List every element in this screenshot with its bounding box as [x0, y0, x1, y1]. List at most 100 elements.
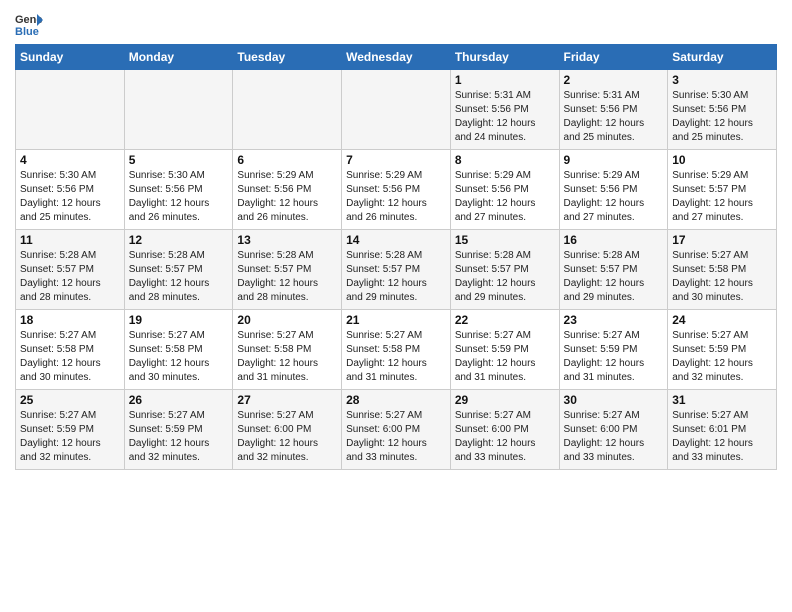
day-info: Sunrise: 5:30 AM Sunset: 5:56 PM Dayligh… [20, 169, 120, 225]
calendar-cell: 23 Sunrise: 5:27 AM Sunset: 5:59 PM Dayli… [559, 310, 668, 390]
calendar-cell: 9 Sunrise: 5:29 AM Sunset: 5:56 PM Daylig… [559, 150, 668, 230]
calendar-table: SundayMondayTuesdayWednesdayThursdayFrid… [15, 44, 777, 470]
calendar-cell: 7 Sunrise: 5:29 AM Sunset: 5:56 PM Daylig… [342, 150, 451, 230]
day-number: 29 [455, 393, 555, 407]
calendar-cell: 10 Sunrise: 5:29 AM Sunset: 5:57 PM Dayli… [668, 150, 777, 230]
calendar-cell: 30 Sunrise: 5:27 AM Sunset: 6:00 PM Dayli… [559, 390, 668, 470]
day-number: 25 [20, 393, 120, 407]
calendar-cell: 11 Sunrise: 5:28 AM Sunset: 5:57 PM Dayli… [16, 230, 125, 310]
weekday-header-saturday: Saturday [668, 45, 777, 70]
calendar-cell: 17 Sunrise: 5:27 AM Sunset: 5:58 PM Dayli… [668, 230, 777, 310]
day-number: 23 [564, 313, 664, 327]
day-info: Sunrise: 5:31 AM Sunset: 5:56 PM Dayligh… [564, 89, 664, 145]
day-info: Sunrise: 5:27 AM Sunset: 5:58 PM Dayligh… [129, 329, 229, 385]
calendar-cell: 20Sunrise: 5:27 AM Sunset: 5:58 PM Dayli… [233, 310, 342, 390]
day-number: 3 [672, 73, 772, 87]
calendar-week-row: 18 Sunrise: 5:27 AM Sunset: 5:58 PM Dayli… [16, 310, 777, 390]
weekday-header-tuesday: Tuesday [233, 45, 342, 70]
calendar-cell: 8 Sunrise: 5:29 AM Sunset: 5:56 PM Daylig… [450, 150, 559, 230]
day-info: Sunrise: 5:29 AM Sunset: 5:57 PM Dayligh… [672, 169, 772, 225]
day-info: Sunrise: 5:29 AM Sunset: 5:56 PM Dayligh… [455, 169, 555, 225]
day-info: Sunrise: 5:27 AM Sunset: 5:59 PM Dayligh… [20, 409, 120, 465]
svg-text:Blue: Blue [15, 26, 39, 38]
day-info: Sunrise: 5:27 AM Sunset: 5:59 PM Dayligh… [129, 409, 229, 465]
day-number: 21 [346, 313, 446, 327]
calendar-cell: 15 Sunrise: 5:28 AM Sunset: 5:57 PM Dayli… [450, 230, 559, 310]
day-info: Sunrise: 5:29 AM Sunset: 5:56 PM Dayligh… [346, 169, 446, 225]
day-number: 18 [20, 313, 120, 327]
day-number: 8 [455, 153, 555, 167]
calendar-cell: 19 Sunrise: 5:27 AM Sunset: 5:58 PM Dayli… [124, 310, 233, 390]
calendar-cell [16, 70, 125, 150]
day-info: Sunrise: 5:27 AM Sunset: 5:59 PM Dayligh… [564, 329, 664, 385]
calendar-cell: 27 Sunrise: 5:27 AM Sunset: 6:00 PM Dayli… [233, 390, 342, 470]
day-info: Sunrise: 5:28 AM Sunset: 5:57 PM Dayligh… [20, 249, 120, 305]
day-number: 7 [346, 153, 446, 167]
day-number: 28 [346, 393, 446, 407]
day-number: 22 [455, 313, 555, 327]
day-info: Sunrise: 5:27 AM Sunset: 6:01 PM Dayligh… [672, 409, 772, 465]
calendar-cell [233, 70, 342, 150]
day-number: 6 [237, 153, 337, 167]
day-info: Sunrise: 5:28 AM Sunset: 5:57 PM Dayligh… [564, 249, 664, 305]
day-number: 13 [237, 233, 337, 247]
day-info: Sunrise: 5:30 AM Sunset: 5:56 PM Dayligh… [129, 169, 229, 225]
calendar-cell: 5 Sunrise: 5:30 AM Sunset: 5:56 PM Daylig… [124, 150, 233, 230]
header: General Blue [15, 10, 777, 38]
day-number: 10 [672, 153, 772, 167]
logo: General Blue [15, 10, 43, 38]
day-info: Sunrise: 5:27 AM Sunset: 5:59 PM Dayligh… [455, 329, 555, 385]
calendar-cell: 22 Sunrise: 5:27 AM Sunset: 5:59 PM Dayli… [450, 310, 559, 390]
day-info: Sunrise: 5:28 AM Sunset: 5:57 PM Dayligh… [455, 249, 555, 305]
day-info: Sunrise: 5:27 AM Sunset: 5:58 PM Dayligh… [346, 329, 446, 385]
day-info: Sunrise: 5:28 AM Sunset: 5:57 PM Dayligh… [346, 249, 446, 305]
calendar-cell: 13 Sunrise: 5:28 AM Sunset: 5:57 PM Dayli… [233, 230, 342, 310]
logo-icon: General Blue [15, 10, 43, 38]
calendar-cell: 1 Sunrise: 5:31 AM Sunset: 5:56 PM Daylig… [450, 70, 559, 150]
day-info: Sunrise: 5:27 AM Sunset: 6:00 PM Dayligh… [346, 409, 446, 465]
day-number: 14 [346, 233, 446, 247]
calendar-cell [124, 70, 233, 150]
calendar-week-row: 1 Sunrise: 5:31 AM Sunset: 5:56 PM Daylig… [16, 70, 777, 150]
day-number: 24 [672, 313, 772, 327]
day-number: 27 [237, 393, 337, 407]
day-number: 30 [564, 393, 664, 407]
day-info: Sunrise: 5:27 AM Sunset: 6:00 PM Dayligh… [564, 409, 664, 465]
calendar-cell [342, 70, 451, 150]
calendar-cell: 12Sunrise: 5:28 AM Sunset: 5:57 PM Dayli… [124, 230, 233, 310]
day-info: Sunrise: 5:27 AM Sunset: 5:59 PM Dayligh… [672, 329, 772, 385]
day-info: Sunrise: 5:27 AM Sunset: 5:58 PM Dayligh… [20, 329, 120, 385]
day-info: Sunrise: 5:28 AM Sunset: 5:57 PM Dayligh… [237, 249, 337, 305]
day-number: 5 [129, 153, 229, 167]
weekday-header-wednesday: Wednesday [342, 45, 451, 70]
calendar-cell: 24 Sunrise: 5:27 AM Sunset: 5:59 PM Dayli… [668, 310, 777, 390]
calendar-week-row: 4 Sunrise: 5:30 AM Sunset: 5:56 PM Daylig… [16, 150, 777, 230]
day-number: 15 [455, 233, 555, 247]
day-info: Sunrise: 5:27 AM Sunset: 6:00 PM Dayligh… [237, 409, 337, 465]
day-info: Sunrise: 5:31 AM Sunset: 5:56 PM Dayligh… [455, 89, 555, 145]
day-info: Sunrise: 5:27 AM Sunset: 5:58 PM Dayligh… [672, 249, 772, 305]
calendar-cell: 26 Sunrise: 5:27 AM Sunset: 5:59 PM Dayli… [124, 390, 233, 470]
weekday-header-thursday: Thursday [450, 45, 559, 70]
calendar-cell: 14 Sunrise: 5:28 AM Sunset: 5:57 PM Dayli… [342, 230, 451, 310]
day-number: 26 [129, 393, 229, 407]
day-number: 16 [564, 233, 664, 247]
day-number: 17 [672, 233, 772, 247]
day-number: 1 [455, 73, 555, 87]
calendar-body: 1 Sunrise: 5:31 AM Sunset: 5:56 PM Daylig… [16, 70, 777, 470]
calendar-week-row: 11 Sunrise: 5:28 AM Sunset: 5:57 PM Dayli… [16, 230, 777, 310]
calendar-cell: 21 Sunrise: 5:27 AM Sunset: 5:58 PM Dayli… [342, 310, 451, 390]
day-info: Sunrise: 5:29 AM Sunset: 5:56 PM Dayligh… [564, 169, 664, 225]
calendar-cell: 2Sunrise: 5:31 AM Sunset: 5:56 PM Daylig… [559, 70, 668, 150]
day-info: Sunrise: 5:27 AM Sunset: 6:00 PM Dayligh… [455, 409, 555, 465]
day-number: 4 [20, 153, 120, 167]
day-info: Sunrise: 5:28 AM Sunset: 5:57 PM Dayligh… [129, 249, 229, 305]
day-number: 11 [20, 233, 120, 247]
calendar-cell: 3Sunrise: 5:30 AM Sunset: 5:56 PM Daylig… [668, 70, 777, 150]
weekday-header-sunday: Sunday [16, 45, 125, 70]
calendar-cell: 31Sunrise: 5:27 AM Sunset: 6:01 PM Dayli… [668, 390, 777, 470]
day-number: 20 [237, 313, 337, 327]
day-number: 9 [564, 153, 664, 167]
day-number: 19 [129, 313, 229, 327]
calendar-cell: 18 Sunrise: 5:27 AM Sunset: 5:58 PM Dayli… [16, 310, 125, 390]
